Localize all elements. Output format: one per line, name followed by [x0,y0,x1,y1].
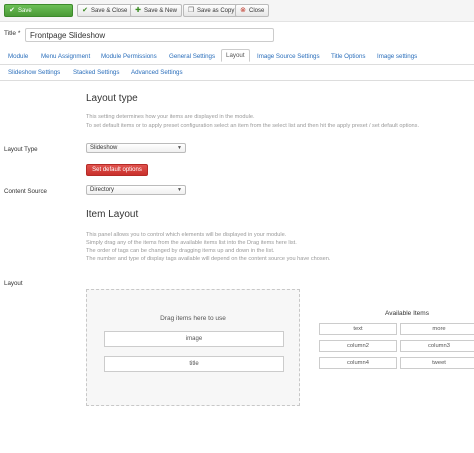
content-source-value: Directory [90,187,115,193]
tab-image-source-settings[interactable]: Image Source Settings [257,53,320,60]
tab-stacked-settings[interactable]: Stacked Settings [73,69,119,76]
drop-zone-title: Drag items here to use [160,315,226,322]
close-label: Close [249,7,265,14]
checkmark-icon: ✔ [82,7,88,14]
save-copy-label: Save as Copy [197,7,235,14]
close-button[interactable]: ⊗ Close [235,4,270,17]
layout-type-value: Slideshow [90,145,118,151]
used-item-title[interactable]: title [104,356,284,372]
used-item-image[interactable]: image [104,331,284,347]
layout-type-label: Layout Type [4,146,38,153]
save-new-label: Save & New [144,7,178,14]
layout-type-select[interactable]: Slideshow ▼ [86,143,186,153]
title-label: Title * [4,30,21,37]
plus-icon: ✚ [135,7,141,14]
content-source-label: Content Source [4,188,47,195]
save-close-button[interactable]: ✔ Save & Close [77,4,133,17]
available-item-text[interactable]: text [319,323,397,335]
available-item-column4[interactable]: column4 [319,357,397,369]
available-items-title: Available Items [385,310,429,317]
set-default-options-button[interactable]: Set default options [86,164,148,176]
tab-divider [0,80,474,81]
chevron-down-icon: ▼ [177,187,182,193]
tab-image-settings[interactable]: Image settings [377,53,417,60]
save-copy-button[interactable]: ❐ Save as Copy [183,4,240,17]
tab-module[interactable]: Module [8,53,28,60]
available-item-column3[interactable]: column3 [400,340,474,352]
save-label: Save [18,7,32,14]
checkmark-icon: ✔ [9,7,15,14]
layout-type-desc-2: To set default items or to apply preset … [86,123,420,129]
available-item-column2[interactable]: column2 [319,340,397,352]
tab-divider [0,64,474,65]
tab-title-options[interactable]: Title Options [331,53,366,60]
copy-icon: ❐ [187,7,195,14]
toolbar: ✔ Save ✔ Save & Close ✚ Save & New ❐ Sav… [0,0,474,22]
available-item-more[interactable]: more [400,323,474,335]
content-source-select[interactable]: Directory ▼ [86,185,186,195]
tab-module-permissions[interactable]: Module Permissions [101,53,157,60]
layout-label: Layout [4,280,23,287]
layout-type-desc-1: This setting determines how your items a… [86,114,255,120]
item-layout-heading: Item Layout [86,209,139,220]
tab-advanced-settings[interactable]: Advanced Settings [131,69,183,76]
save-button[interactable]: ✔ Save [4,4,73,17]
save-close-label: Save & Close [91,7,128,14]
tab-layout[interactable]: Layout [221,49,250,62]
item-layout-desc-2: Simply drag any of the items from the av… [86,240,297,246]
item-layout-desc-4: The number and type of display tags avai… [86,256,331,262]
close-icon: ⊗ [240,7,246,14]
chevron-down-icon: ▼ [177,145,182,151]
tab-menu-assignment[interactable]: Menu Assignment [41,53,90,60]
title-input[interactable] [25,28,274,42]
save-new-button[interactable]: ✚ Save & New [130,4,183,17]
item-layout-desc-3: The order of tags can be changed by drag… [86,248,275,254]
tab-general-settings[interactable]: General Settings [169,53,215,60]
tab-slideshow-settings[interactable]: Slideshow Settings [8,69,60,76]
available-item-tweet[interactable]: tweet [400,357,474,369]
item-layout-desc-1: This panel allows you to control which e… [86,232,287,238]
layout-type-heading: Layout type [86,93,138,104]
drop-zone[interactable]: Drag items here to use image title [86,289,300,406]
